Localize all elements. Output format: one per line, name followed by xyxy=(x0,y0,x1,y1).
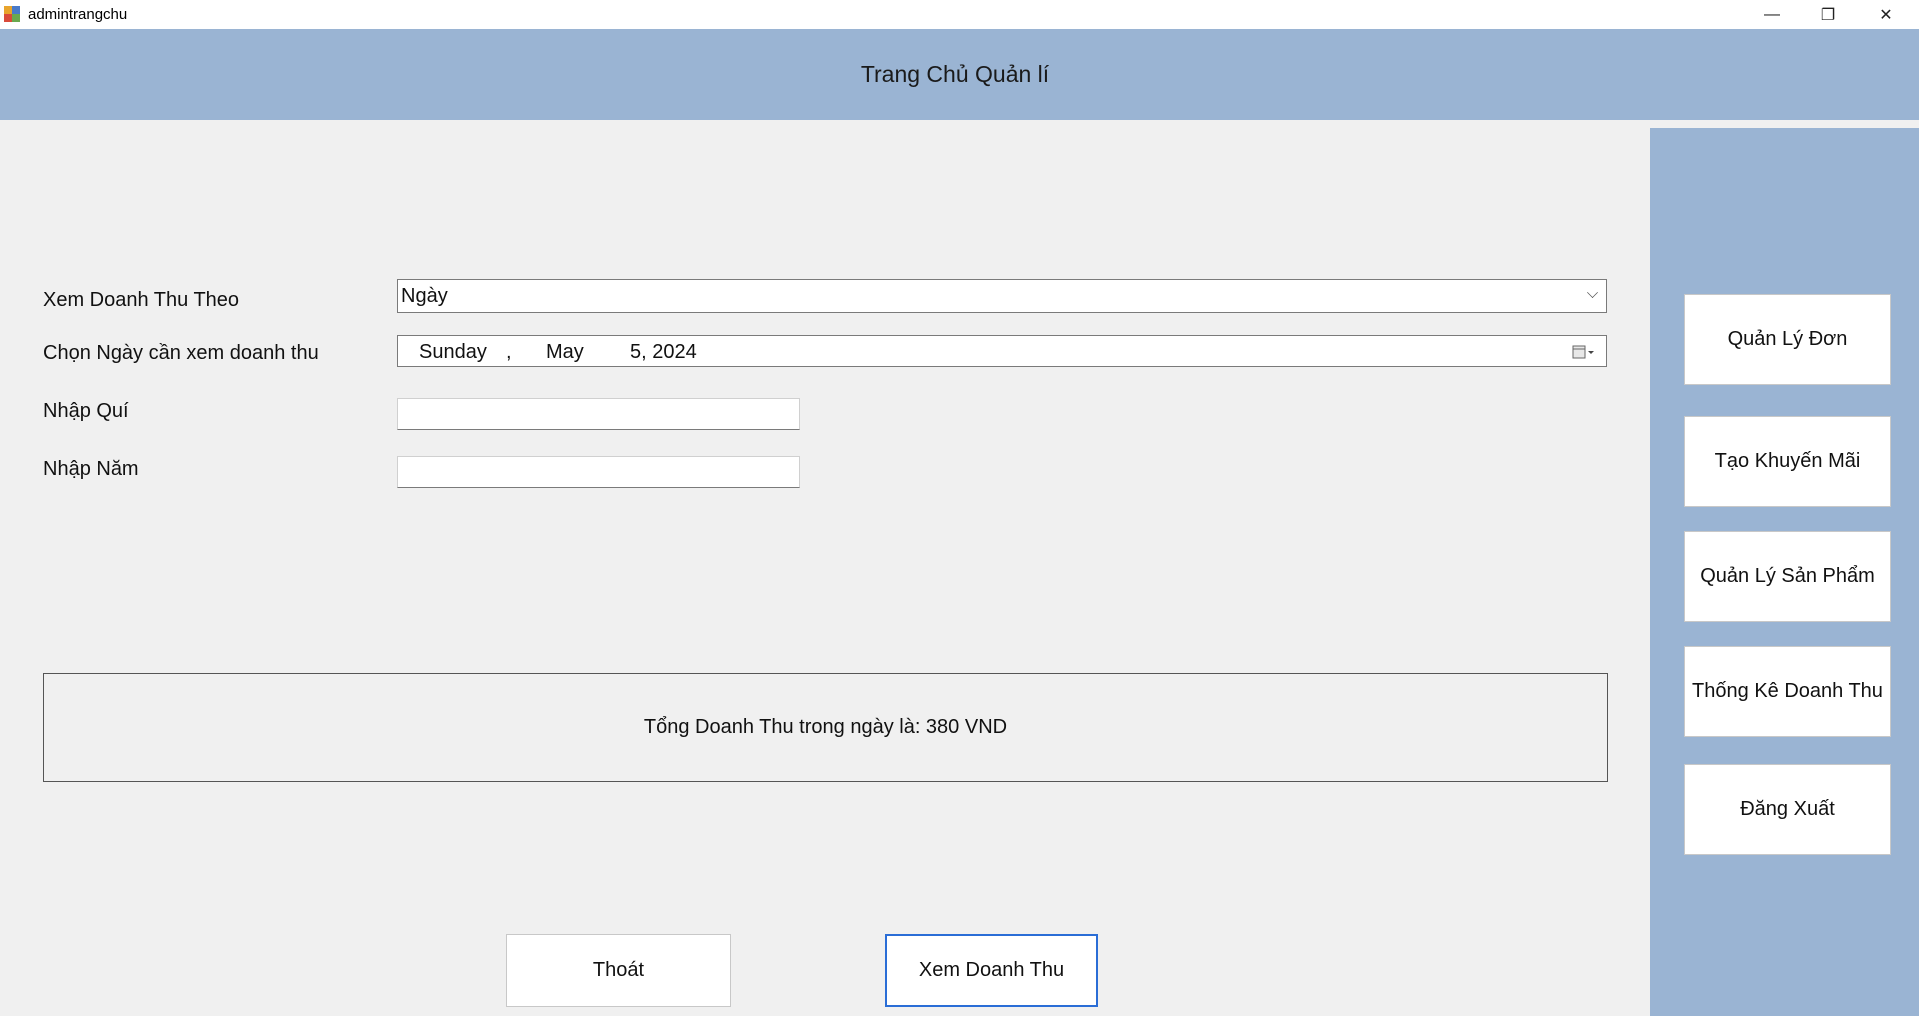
page-title: Trang Chủ Quản lí xyxy=(860,61,1050,87)
sidebar: Quản Lý Đơn Tạo Khuyến Mãi Quản Lý Sản P… xyxy=(1650,128,1919,1016)
app-icon xyxy=(4,6,20,22)
view-revenue-button[interactable]: Xem Doanh Thu xyxy=(885,934,1098,1007)
minimize-button[interactable]: — xyxy=(1744,0,1800,29)
sidebar-item-logout[interactable]: Đăng Xuất xyxy=(1684,764,1891,855)
date-weekday[interactable]: Sunday xyxy=(419,341,487,364)
chevron-down-icon[interactable] xyxy=(1587,287,1598,298)
year-label: Nhập Năm xyxy=(43,458,139,480)
quarter-input[interactable] xyxy=(397,398,800,430)
header-banner: Trang Chủ Quản lí xyxy=(0,29,1919,120)
revenue-by-label: Xem Doanh Thu Theo xyxy=(43,289,240,311)
revenue-by-value: Ngày xyxy=(401,285,448,307)
window-titlebar: admintrangchu — ❐ ✕ xyxy=(0,0,1919,29)
revenue-result-box: Tổng Doanh Thu trong ngày là: 380 VND xyxy=(43,673,1608,782)
revenue-by-combobox[interactable]: Ngày xyxy=(397,279,1607,313)
close-button[interactable]: ✕ xyxy=(1858,0,1914,29)
date-month[interactable]: May xyxy=(546,341,584,364)
date-label: Chọn Ngày cần xem doanh thu xyxy=(43,342,319,364)
exit-button[interactable]: Thoát xyxy=(506,934,731,1007)
window-title: admintrangchu xyxy=(28,6,128,23)
restore-button[interactable]: ❐ xyxy=(1800,0,1856,29)
date-separator: , xyxy=(506,341,512,363)
sidebar-item-manage-orders[interactable]: Quản Lý Đơn xyxy=(1684,294,1891,385)
year-input[interactable] xyxy=(397,456,800,488)
revenue-result-text: Tổng Doanh Thu trong ngày là: 380 VND xyxy=(643,716,1008,738)
quarter-label: Nhập Quí xyxy=(43,400,129,422)
sidebar-item-manage-products[interactable]: Quản Lý Sản Phẩm xyxy=(1684,531,1891,622)
sidebar-item-revenue-statistics[interactable]: Thống Kê Doanh Thu xyxy=(1684,646,1891,737)
sidebar-item-create-promotion[interactable]: Tạo Khuyến Mãi xyxy=(1684,416,1891,507)
date-picker[interactable]: Sunday , May 5, 2024 xyxy=(397,335,1607,367)
calendar-dropdown-icon[interactable] xyxy=(1572,344,1596,360)
date-day-year[interactable]: 5, 2024 xyxy=(630,341,697,364)
